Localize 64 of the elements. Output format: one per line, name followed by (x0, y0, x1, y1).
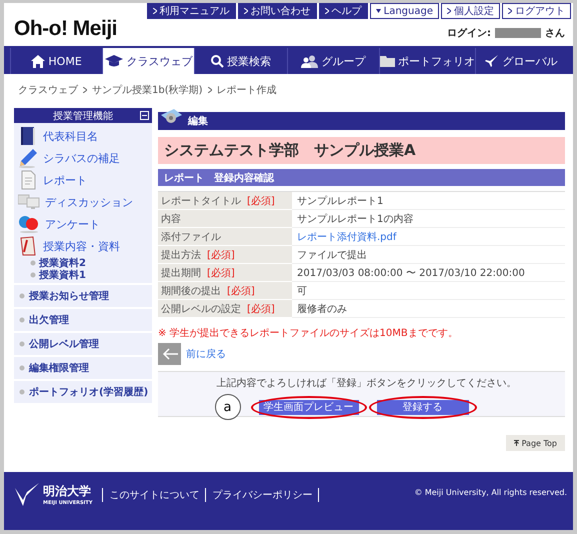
nav-tab[interactable]: ポートフォリオ (378, 48, 475, 74)
sidebar-title: 授業管理機能 (53, 110, 113, 122)
annotation-marker: a (214, 394, 240, 420)
back-link[interactable]: 前に戻る (186, 347, 226, 361)
course-title: システムテスト学部 サンプル授業A (158, 137, 565, 164)
nav-tab[interactable]: グループ (286, 48, 379, 74)
sidebar-section[interactable]: 出欠管理 (14, 309, 152, 331)
field-value: サンプルレポート1 (297, 194, 384, 208)
field-value: 履修者のみ (297, 302, 347, 316)
sidebar-item[interactable]: 授業内容・資料 (18, 235, 152, 257)
breadcrumb-link[interactable]: サンプル授業1b(秋学期) (92, 83, 203, 97)
sidebar-item[interactable]: アンケート (18, 213, 152, 235)
page-top-button[interactable]: Page Top (506, 435, 565, 451)
required-tag: [必須] (207, 266, 235, 280)
subheading: レポート 登録内容確認 (158, 169, 565, 186)
field-value: 2017/03/03 08:00:00 〜 2017/03/10 22:00:00 (297, 266, 525, 280)
field-label: 提出期間 (161, 266, 201, 280)
header-link[interactable]: 利用マニュアル (146, 3, 236, 19)
confirm-text: 上記内容でよろしければ「登録」ボタンをクリックしてください。 (216, 376, 516, 390)
nav-tab[interactable]: 授業検索 (194, 48, 287, 74)
required-tag: [必須] (247, 194, 275, 208)
sidebar-section[interactable]: 授業お知らせ管理 (14, 285, 152, 307)
nav-tab[interactable]: クラスウェブ (102, 48, 194, 74)
field-label: 期間後の提出 (161, 284, 221, 298)
required-tag: [必須] (247, 302, 275, 316)
sidebar-item[interactable]: レポート (18, 169, 152, 191)
field-label: 提出方法 (161, 248, 201, 262)
sidebar-item[interactable]: 代表科目名 (18, 125, 152, 147)
sidebar-section[interactable]: ポートフォリオ(学習履歴) (14, 381, 152, 403)
action-button[interactable]: 登録する (376, 400, 468, 414)
sidebar-item[interactable]: ディスカッション (18, 191, 152, 213)
field-value: ファイルで提出 (297, 248, 367, 262)
header-link[interactable]: 個人設定 (441, 3, 500, 19)
header-link[interactable]: ヘルプ (318, 3, 368, 19)
header-link[interactable]: お問い合わせ (238, 3, 317, 19)
field-label: 添付ファイル (161, 230, 221, 244)
file-link[interactable]: レポート添付資料.pdf (297, 230, 396, 244)
language-select[interactable]: Language (370, 3, 439, 19)
section-label: 編集 (188, 114, 208, 128)
login-suffix: さん (545, 27, 565, 40)
field-value: 可 (297, 284, 307, 298)
sidebar-subitem[interactable]: 授業資料2 (18, 257, 152, 269)
sidebar-subitem[interactable]: 授業資料1 (18, 269, 152, 281)
required-tag: [必須] (207, 248, 235, 262)
site-logo[interactable]: Oh-o! Meiji (14, 17, 117, 46)
field-value: サンプルレポート1の内容 (297, 212, 414, 226)
required-tag: [必須] (227, 284, 255, 298)
nav-tab[interactable]: グローバル (474, 48, 568, 74)
university-name: 明治大学 (43, 482, 92, 500)
field-label: 内容 (161, 212, 181, 226)
login-label: ログイン: (447, 27, 491, 40)
action-button[interactable]: 学生画面プレビュー (258, 400, 358, 414)
footer-link[interactable]: プライバシーポリシー (205, 488, 320, 502)
breadcrumb-link[interactable]: クラスウェブ (18, 83, 78, 97)
copyright: © Meiji University, All rights reserved. (414, 488, 567, 497)
sidebar-section[interactable]: 編集権限管理 (14, 357, 152, 379)
header-link[interactable]: ログアウト (502, 3, 571, 19)
breadcrumb-link[interactable]: レポート作成 (216, 83, 277, 97)
size-note: ※ 学生が提出できるレポートファイルのサイズは10MBまでです。 (158, 326, 459, 340)
sidebar-section[interactable]: 公開レベル管理 (14, 333, 152, 355)
field-label: 公開レベルの設定 (161, 302, 241, 316)
footer-link[interactable]: このサイトについて (102, 488, 206, 502)
field-label: レポートタイトル (161, 194, 241, 208)
sidebar-item[interactable]: シラバスの補足 (18, 147, 152, 169)
